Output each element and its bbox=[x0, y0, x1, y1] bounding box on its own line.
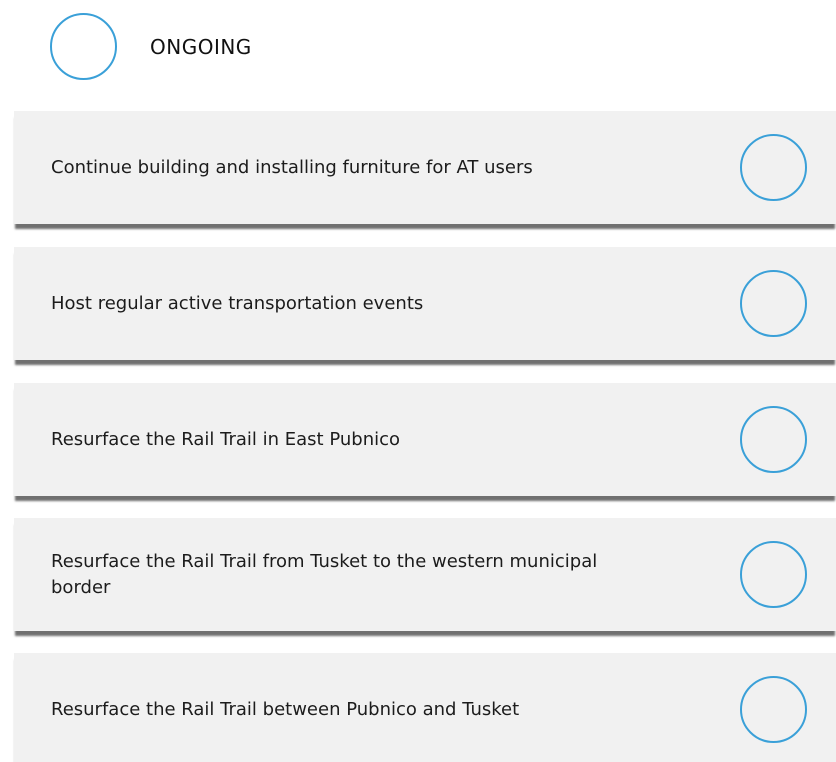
task-label: Resurface the Rail Trail from Tusket to … bbox=[51, 550, 598, 598]
task-checkbox-circle[interactable] bbox=[740, 406, 807, 473]
task-label: Resurface the Rail Trail in East Pubnico bbox=[51, 428, 401, 450]
task-checkbox-circle[interactable] bbox=[740, 676, 807, 743]
section-title: ONGOING bbox=[150, 35, 252, 59]
section-header: ONGOING bbox=[0, 0, 836, 100]
task-card: Continue building and installing furnitu… bbox=[14, 111, 836, 224]
task-card: Host regular active transportation event… bbox=[14, 247, 836, 360]
task-card: Resurface the Rail Trail from Tusket to … bbox=[14, 518, 836, 631]
task-checkbox-circle[interactable] bbox=[740, 134, 807, 201]
page: ONGOING Continue building and installing… bbox=[0, 0, 836, 762]
task-card: Resurface the Rail Trail in East Pubnico bbox=[14, 383, 836, 496]
status-circle-icon bbox=[50, 13, 117, 80]
task-label: Resurface the Rail Trail between Pubnico… bbox=[51, 698, 520, 720]
task-card: Resurface the Rail Trail between Pubnico… bbox=[14, 653, 836, 762]
task-checkbox-circle[interactable] bbox=[740, 541, 807, 608]
task-label: Continue building and installing furnitu… bbox=[51, 156, 533, 178]
task-label: Host regular active transportation event… bbox=[51, 292, 424, 314]
task-checkbox-circle[interactable] bbox=[740, 270, 807, 337]
